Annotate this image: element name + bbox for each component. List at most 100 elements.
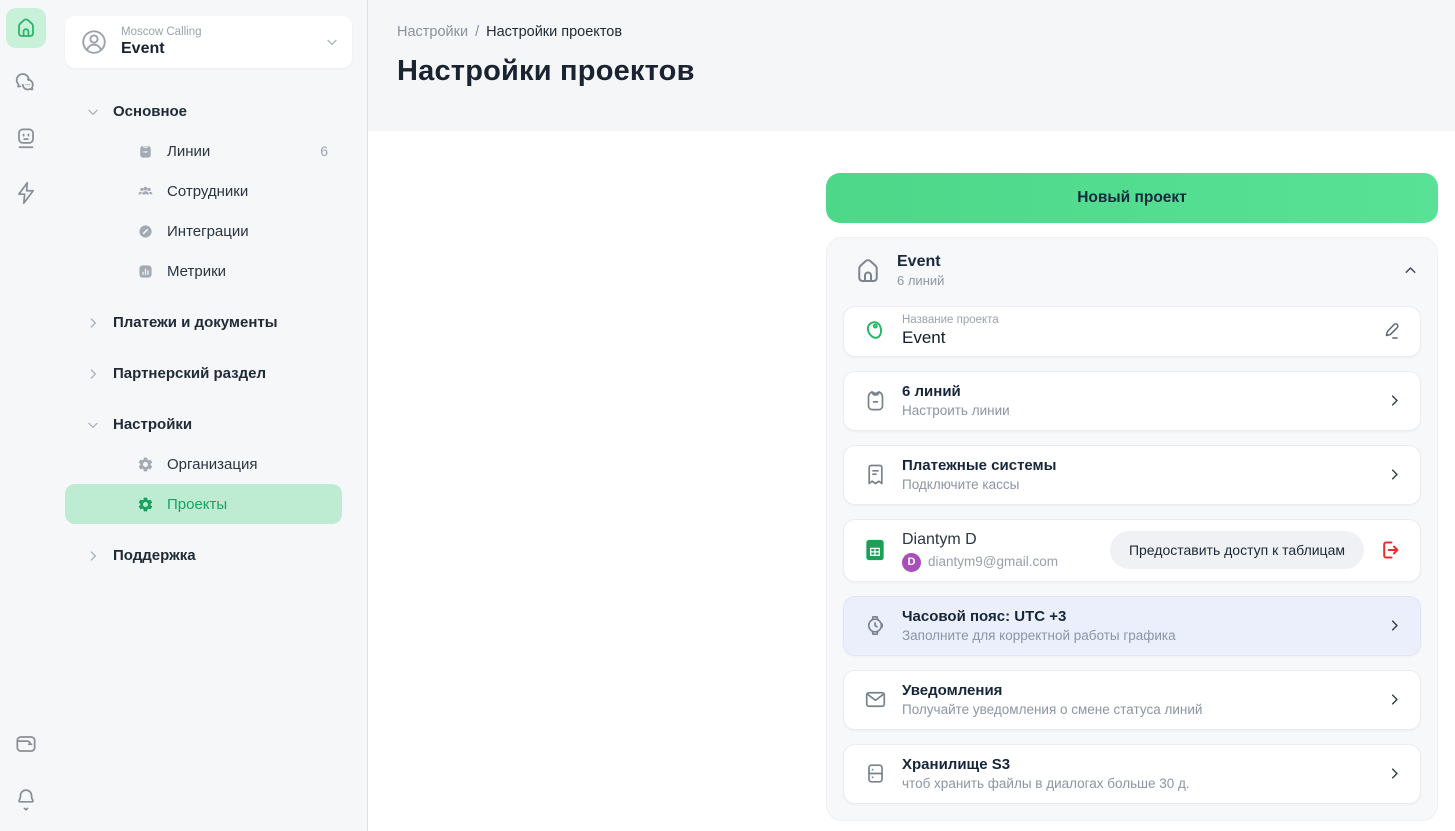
quick-actions-nav-button[interactable]: [6, 173, 46, 213]
wallet-nav-button[interactable]: [6, 724, 46, 764]
section-label: Поддержка: [113, 547, 196, 564]
row-title: Платежные системы: [902, 455, 1387, 476]
project-settings-rows: Название проекта Event: [843, 306, 1421, 804]
home-nav-button[interactable]: [6, 8, 46, 48]
storage-s3-row[interactable]: Хранилище S3 чтоб хранить файлы в диалог…: [843, 744, 1421, 804]
gear-icon: [137, 496, 154, 513]
chevron-right-icon: [1387, 766, 1402, 781]
sidebar: Moscow Calling Event Основное: [52, 0, 367, 831]
org-selector[interactable]: Moscow Calling Event: [65, 16, 352, 68]
row-title: Хранилище S3: [902, 754, 1387, 775]
bots-nav-button[interactable]: [6, 118, 46, 158]
new-project-button[interactable]: Новый проект: [826, 173, 1438, 223]
sidebar-item-projects[interactable]: Проекты: [65, 484, 342, 524]
lightning-icon: [13, 180, 39, 206]
chevron-right-icon: [1387, 618, 1402, 633]
watch-icon: [858, 612, 892, 639]
row-subtitle: Получайте уведомления о смене статуса ли…: [902, 701, 1387, 720]
chevron-down-icon: [324, 34, 340, 50]
notifications-nav-button[interactable]: [6, 779, 46, 819]
edit-pencil-icon[interactable]: [1380, 320, 1402, 342]
sidebar-section-partner[interactable]: Партнерский раздел: [65, 354, 352, 393]
sidebar-section-support[interactable]: Поддержка: [65, 536, 352, 575]
app-window: Moscow Calling Event Основное: [0, 0, 1455, 831]
sidebar-item-label: Сотрудники: [167, 183, 248, 200]
project-card: Event 6 линий: [826, 237, 1438, 821]
breadcrumb-separator: /: [475, 24, 479, 40]
content-area: Новый проект Event 6 линий: [368, 131, 1455, 831]
google-sheets-account-row: Diantym D D diantym9@gmail.com Предостав…: [843, 519, 1421, 582]
chevron-right-icon: [1387, 692, 1402, 707]
breadcrumb-current: Настройки проектов: [486, 24, 622, 40]
sidebar-item-lines[interactable]: Линии 6: [65, 131, 342, 171]
home-icon: [14, 16, 38, 40]
projects-panel: Новый проект Event 6 линий: [826, 173, 1438, 821]
row-subtitle: Настроить линии: [902, 402, 1387, 421]
user-avatar-icon: [79, 27, 109, 57]
payment-systems-row[interactable]: Платежные системы Подключите кассы: [843, 445, 1421, 505]
project-name-row[interactable]: Название проекта Event: [843, 306, 1421, 357]
row-subtitle: Заполните для корректной работы графика: [902, 627, 1387, 646]
chevron-down-icon: [85, 104, 101, 120]
timezone-row[interactable]: Часовой пояс: UTC +3 Заполните для корре…: [843, 596, 1421, 656]
row-texts: Уведомления Получайте уведомления о смен…: [902, 671, 1387, 729]
chats-nav-button[interactable]: [6, 63, 46, 103]
integrations-icon: [137, 223, 154, 240]
page-header: Настройки / Настройки проектов Настройки…: [368, 0, 1455, 131]
chevron-right-icon: [85, 366, 101, 382]
disconnect-logout-icon[interactable]: [1378, 538, 1402, 562]
sidebar-section-payments[interactable]: Платежи и документы: [65, 303, 352, 342]
chevron-up-icon: [1402, 262, 1419, 279]
vest-icon: [858, 387, 892, 414]
project-card-subtitle: 6 линий: [897, 273, 1388, 290]
sidebar-item-organization[interactable]: Организация: [65, 444, 342, 484]
sidebar-section-settings[interactable]: Настройки: [65, 405, 352, 444]
page-title: Настройки проектов: [397, 55, 1455, 88]
sidebar-nav: Основное Линии 6: [65, 92, 352, 575]
avatar: D: [902, 553, 921, 572]
google-sheets-icon: [858, 537, 892, 563]
left-panel: Moscow Calling Event Основное: [0, 0, 368, 831]
sidebar-item-metrics[interactable]: Метрики: [65, 251, 342, 291]
lines-count-badge: 6: [320, 143, 328, 159]
grant-access-button[interactable]: Предоставить доступ к таблицам: [1110, 531, 1364, 569]
storage-icon: [858, 760, 892, 787]
sidebar-item-label: Интеграции: [167, 223, 249, 240]
section-label: Настройки: [113, 416, 192, 433]
row-title: 6 линий: [902, 381, 1387, 402]
sidebar-item-label: Организация: [167, 456, 257, 473]
sidebar-item-integrations[interactable]: Интеграции: [65, 211, 342, 251]
breadcrumb: Настройки / Настройки проектов: [397, 24, 1455, 40]
sidebar-section-main[interactable]: Основное: [65, 92, 352, 131]
project-card-header[interactable]: Event 6 линий: [843, 238, 1421, 306]
row-title: Уведомления: [902, 680, 1387, 701]
chats-icon: [13, 70, 39, 96]
main-area: Настройки / Настройки проектов Настройки…: [368, 0, 1455, 831]
chevron-right-icon: [85, 548, 101, 564]
field-value: Event: [902, 328, 1380, 348]
sidebar-item-label: Проекты: [167, 496, 227, 513]
sheets-account-texts: Diantym D D diantym9@gmail.com: [902, 520, 1110, 581]
sidebar-item-staff[interactable]: Сотрудники: [65, 171, 342, 211]
chevron-right-icon: [1387, 467, 1402, 482]
receipt-icon: [858, 461, 892, 488]
breadcrumb-parent[interactable]: Настройки: [397, 24, 468, 40]
mail-icon: [858, 686, 892, 713]
row-subtitle: Подключите кассы: [902, 476, 1387, 495]
staff-icon: [137, 183, 154, 200]
notifications-row[interactable]: Уведомления Получайте уведомления о смен…: [843, 670, 1421, 730]
lines-settings-row[interactable]: 6 линий Настроить линии: [843, 371, 1421, 431]
account-sub: D diantym9@gmail.com: [902, 553, 1110, 572]
row-texts: 6 линий Настроить линии: [902, 372, 1387, 430]
row-texts: Часовой пояс: UTC +3 Заполните для корре…: [902, 597, 1387, 655]
field-label: Название проекта: [902, 314, 1380, 328]
org-selector-texts: Moscow Calling Event: [121, 25, 324, 59]
org-name: Moscow Calling: [121, 25, 324, 39]
project-card-header-texts: Event 6 линий: [897, 252, 1388, 290]
lines-icon: [137, 143, 154, 160]
metrics-icon: [137, 263, 154, 280]
account-name: Diantym D: [902, 529, 1110, 551]
row-title: Часовой пояс: UTC +3: [902, 606, 1387, 627]
gear-icon: [137, 456, 154, 473]
chevron-right-icon: [1387, 393, 1402, 408]
